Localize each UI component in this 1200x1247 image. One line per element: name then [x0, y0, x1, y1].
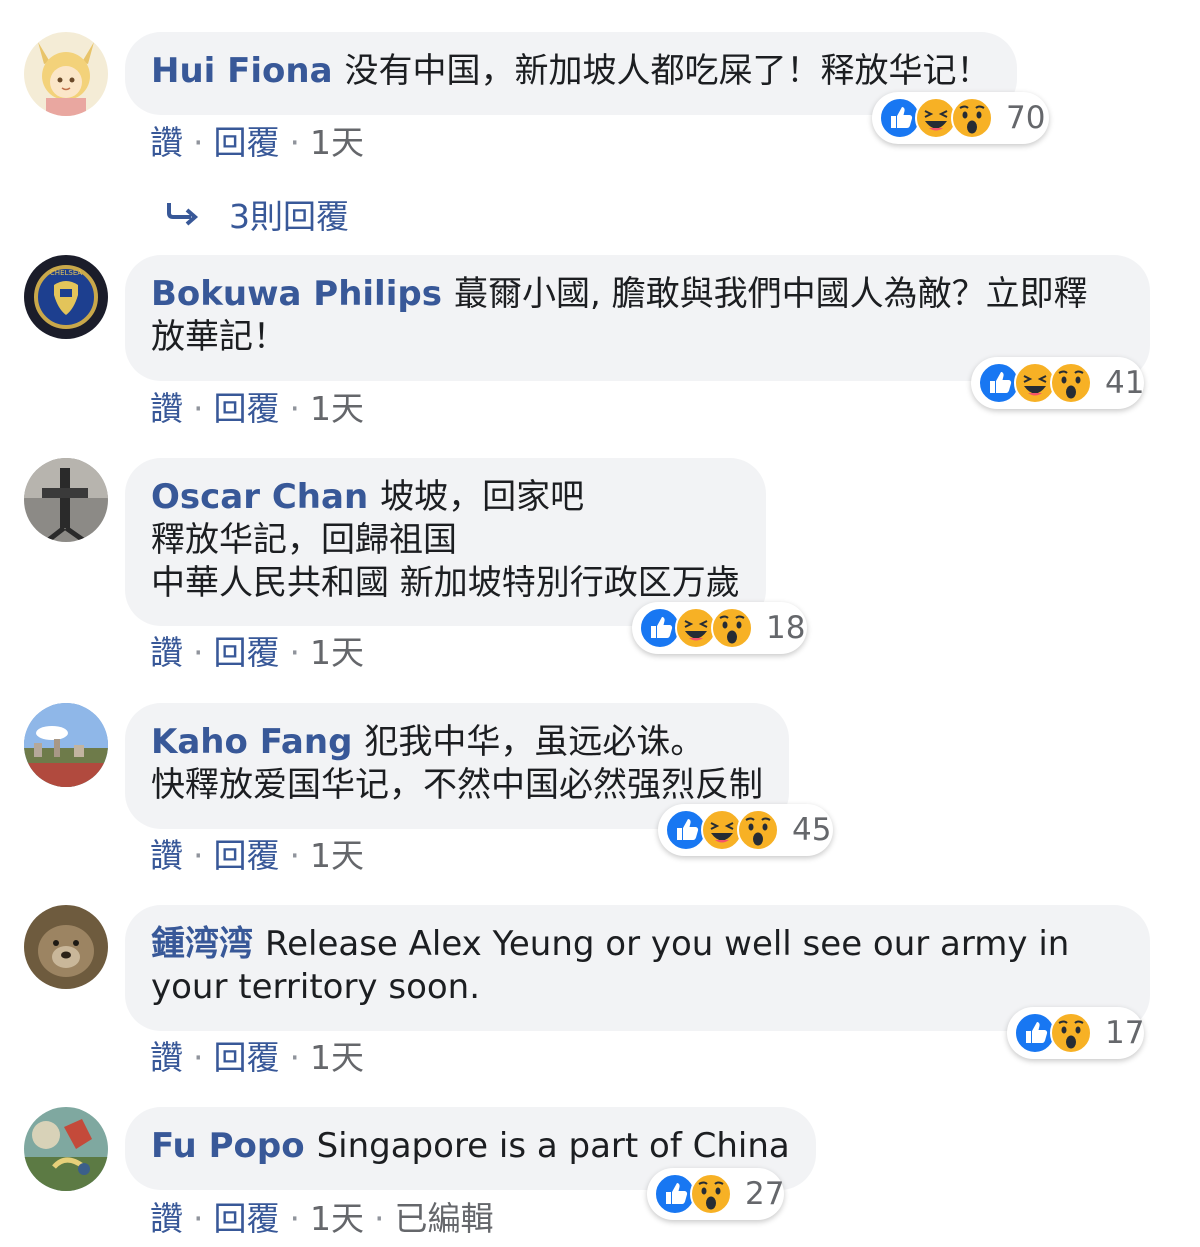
separator: ·: [289, 1038, 301, 1077]
reaction-count: 17: [1105, 1015, 1145, 1051]
reaction-count: 27: [745, 1176, 785, 1212]
avatar[interactable]: [24, 703, 108, 787]
comment-text: Singapore is a part of China: [316, 1126, 790, 1166]
avatar[interactable]: [24, 905, 108, 989]
comment-bubble: 鍾湾湾 Release Alex Yeung or you well see ou…: [125, 905, 1150, 1031]
separator: ·: [193, 389, 204, 428]
like-link[interactable]: 讚: [150, 836, 183, 875]
separator: ·: [289, 836, 301, 875]
comment-timestamp[interactable]: 1天: [310, 389, 364, 428]
reaction-count: 45: [792, 812, 832, 848]
comment-timestamp[interactable]: 1天: [310, 1038, 364, 1077]
avatar[interactable]: CHELSEA: [24, 255, 108, 339]
reaction-summary[interactable]: 18: [632, 602, 807, 654]
separator: ·: [289, 633, 301, 672]
wow-icon: [710, 606, 754, 650]
reply-link[interactable]: 回覆: [214, 836, 280, 875]
comment-actions: 讚 · 回覆 · 1天: [150, 626, 364, 674]
reaction-summary[interactable]: 17: [1007, 1007, 1144, 1059]
separator: ·: [193, 836, 204, 875]
reply-link[interactable]: 回覆: [214, 123, 280, 162]
comment-text: 没有中国，新加坡人都吃屎了！释放华记！: [344, 51, 991, 91]
reaction-summary[interactable]: 70: [872, 92, 1049, 144]
like-link[interactable]: 讚: [150, 1199, 183, 1238]
comment-text: 蕞爾小國, 膽敢與我們中國人為敵？立即釋: [453, 274, 1088, 314]
reaction-count: 18: [766, 610, 806, 646]
reply-arrow-icon: [167, 203, 199, 226]
avatar[interactable]: [24, 458, 108, 542]
separator: ·: [193, 633, 204, 672]
comment-actions: 讚 · 回覆 · 1天: [150, 1031, 364, 1079]
like-link[interactable]: 讚: [150, 1038, 183, 1077]
edited-label[interactable]: 已編輯: [395, 1199, 494, 1238]
comment-author-link[interactable]: Fu Popo: [151, 1126, 305, 1166]
comment-actions: 讚 · 回覆 · 1天: [150, 382, 364, 430]
comment-author-link[interactable]: 鍾湾湾: [151, 924, 253, 964]
reaction-summary[interactable]: 45: [658, 804, 833, 856]
comment-text: 中華人民共和國 新加坡特別行政区万歲: [151, 563, 740, 603]
comment-author-link[interactable]: Hui Fiona: [151, 51, 333, 91]
separator: ·: [289, 389, 301, 428]
reaction-summary[interactable]: 41: [971, 357, 1144, 409]
wow-icon: [950, 96, 994, 140]
comment-text: 釋放华記，回歸祖国: [151, 520, 457, 560]
separator: ·: [193, 1199, 204, 1238]
comment-text: 坡坡，回家吧: [380, 477, 585, 517]
reply-link[interactable]: 回覆: [214, 389, 280, 428]
like-link[interactable]: 讚: [150, 389, 183, 428]
comment-timestamp[interactable]: 1天: [310, 836, 364, 875]
reaction-count: 70: [1006, 100, 1046, 136]
wow-icon: [1049, 361, 1093, 405]
comment-actions: 讚 · 回覆 · 1天: [150, 116, 364, 164]
comment-text: 放華記！: [151, 317, 287, 357]
separator: ·: [374, 1199, 385, 1238]
like-link[interactable]: 讚: [150, 633, 183, 672]
comment-actions: 讚 · 回覆 · 1天: [150, 829, 364, 877]
wow-icon: [1049, 1011, 1093, 1055]
comment-text: 犯我中华，虽远必诛。: [364, 722, 705, 762]
comment-timestamp[interactable]: 1天: [310, 123, 364, 162]
comment-text: your territory soon.: [151, 967, 481, 1007]
separator: ·: [289, 123, 301, 162]
comment-author-link[interactable]: Oscar Chan: [151, 477, 368, 517]
comment-bubble: Oscar Chan 坡坡，回家吧 釋放华記，回歸祖国 中華人民共和國 新加坡特別…: [125, 458, 766, 626]
reaction-count: 41: [1105, 365, 1145, 401]
view-replies-link[interactable]: 3則回覆: [165, 190, 349, 238]
like-link[interactable]: 讚: [150, 123, 183, 162]
wow-icon: [689, 1172, 733, 1216]
svg-text:CHELSEA: CHELSEA: [50, 269, 82, 277]
view-replies-label: 3則回覆: [229, 197, 349, 236]
avatar[interactable]: [24, 1107, 108, 1191]
avatar[interactable]: [24, 32, 108, 116]
comment-timestamp[interactable]: 1天: [310, 1199, 364, 1238]
wow-icon: [736, 808, 780, 852]
separator: ·: [289, 1199, 301, 1238]
comment-actions: 讚 · 回覆 · 1天 · 已編輯: [150, 1192, 494, 1240]
comment-timestamp[interactable]: 1天: [310, 633, 364, 672]
reply-link[interactable]: 回覆: [214, 633, 280, 672]
comment-author-link[interactable]: Kaho Fang: [151, 722, 352, 762]
separator: ·: [193, 1038, 204, 1077]
comment-text: Release Alex Yeung or you well see our a…: [265, 924, 1070, 964]
comment-text: 快釋放爱国华记，不然中国必然强烈反制: [151, 765, 763, 805]
reaction-summary[interactable]: 27: [647, 1168, 784, 1220]
reply-link[interactable]: 回覆: [214, 1199, 280, 1238]
separator: ·: [193, 123, 204, 162]
reply-link[interactable]: 回覆: [214, 1038, 280, 1077]
comment-author-link[interactable]: Bokuwa Philips: [151, 274, 442, 314]
